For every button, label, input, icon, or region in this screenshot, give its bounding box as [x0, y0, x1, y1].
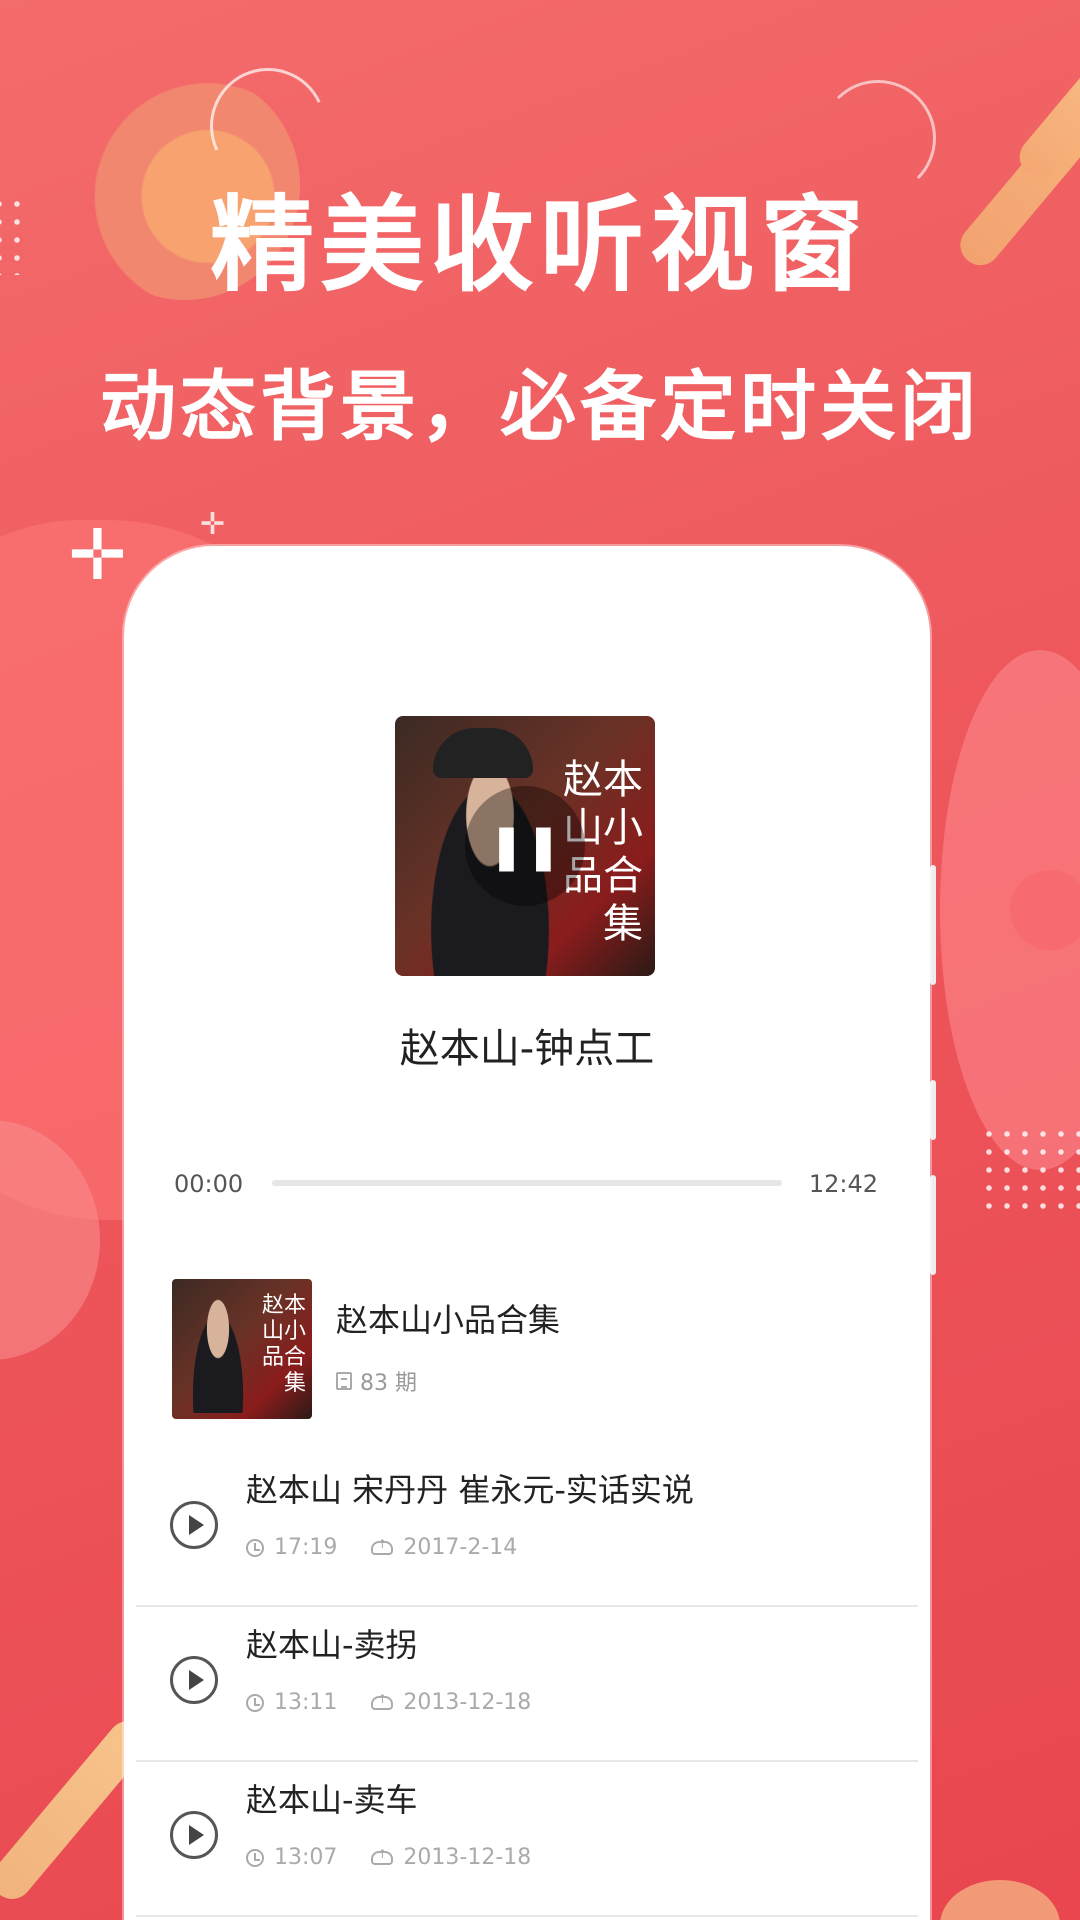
phone-side-button — [930, 865, 936, 985]
promo-subheadline: 动态背景，必备定时关闭 — [100, 362, 980, 451]
episode-row[interactable]: 赵本山-卖拐 13:11 2013-12-18 — [136, 1606, 918, 1762]
episode-duration: 13:07 — [274, 1845, 338, 1870]
episode-date: 2013-12-18 — [403, 1845, 532, 1870]
promo-headline: 精美收听视窗 — [209, 184, 870, 306]
album-header[interactable]: 赵本山小品合集 赵本山小品合集 83 期 — [172, 1279, 872, 1419]
album-cover[interactable]: 赵本山小品合集 ❚❚ — [395, 716, 655, 976]
episode-duration: 17:19 — [274, 1535, 338, 1560]
cover-cap — [433, 728, 533, 778]
album-episode-count: 83 期 — [336, 1365, 417, 1397]
episode-title: 赵本山-卖车 — [246, 1781, 418, 1819]
episode-row[interactable]: 赵本山 宋丹丹 崔永元-实话实说 17:19 2017-2-14 — [136, 1451, 918, 1607]
album-thumbnail: 赵本山小品合集 — [172, 1279, 312, 1419]
album-name: 赵本山小品合集 — [336, 1301, 561, 1339]
list-icon — [336, 1372, 352, 1390]
sparkle-icon: ✛ — [200, 507, 226, 542]
episode-meta: 17:19 2017-2-14 — [246, 1535, 517, 1560]
pause-icon: ❚❚ — [488, 820, 562, 872]
decor-dots — [980, 1125, 1080, 1215]
episode-duration: 13:11 — [274, 1690, 338, 1715]
decor-circle — [940, 1880, 1060, 1920]
episode-title: 赵本山 宋丹丹 崔永元-实话实说 — [246, 1471, 694, 1509]
phone-side-button — [930, 1080, 936, 1140]
decor-circle — [1010, 870, 1080, 950]
time-total: 12:42 — [808, 1170, 878, 1198]
play-icon[interactable] — [170, 1656, 218, 1704]
album-count-label: 83 期 — [360, 1371, 417, 1396]
play-icon[interactable] — [170, 1501, 218, 1549]
clock-icon — [246, 1693, 264, 1712]
clock-icon — [246, 1848, 264, 1867]
episode-row[interactable]: 赵本山-卖车 13:07 2013-12-18 — [136, 1761, 918, 1917]
upload-icon — [371, 1847, 394, 1865]
phone-mockup: 赵本山小品合集 ❚❚ 赵本山-钟点工 00:00 12:42 赵本山小品合集 赵… — [124, 546, 930, 1920]
episode-date: 2013-12-18 — [403, 1690, 532, 1715]
episode-title: 赵本山-卖拐 — [246, 1626, 418, 1664]
episode-meta: 13:11 2013-12-18 — [246, 1690, 531, 1715]
promo-screen: ✛ ✛ 精美收听视窗 动态背景，必备定时关闭 赵本山小品合集 ❚❚ 赵本山-钟点… — [0, 0, 1080, 1920]
thumb-title-art: 赵本山小品合集 — [261, 1293, 306, 1396]
pause-button[interactable]: ❚❚ — [465, 786, 585, 906]
episode-meta: 13:07 2013-12-18 — [246, 1845, 531, 1870]
thumb-portrait — [186, 1293, 250, 1413]
phone-side-button — [930, 1175, 936, 1275]
upload-icon — [371, 1692, 394, 1710]
progress-bar[interactable] — [272, 1180, 782, 1186]
episode-date: 2017-2-14 — [403, 1535, 518, 1560]
track-title: 赵本山-钟点工 — [399, 1026, 655, 1072]
upload-icon — [371, 1537, 394, 1555]
clock-icon — [246, 1538, 264, 1557]
play-icon[interactable] — [170, 1811, 218, 1859]
sparkle-icon: ✛ — [68, 514, 127, 596]
time-current: 00:00 — [174, 1170, 244, 1198]
